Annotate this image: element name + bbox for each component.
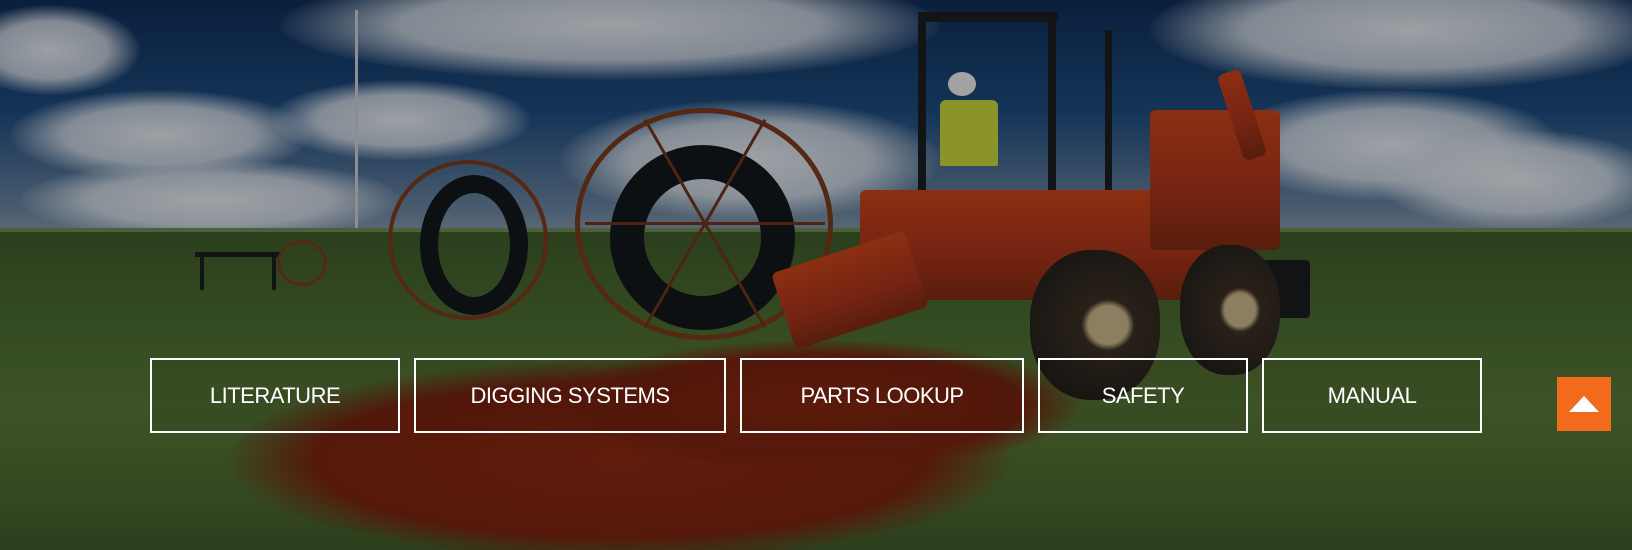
scroll-to-top-button[interactable] — [1557, 377, 1611, 431]
literature-button[interactable]: LITERATURE — [150, 358, 400, 433]
arrow-up-icon — [1569, 396, 1599, 412]
manual-button[interactable]: MANUAL — [1262, 358, 1482, 433]
parts-lookup-button[interactable]: PARTS LOOKUP — [740, 358, 1024, 433]
hero-banner: LITERATURE DIGGING SYSTEMS PARTS LOOKUP … — [0, 0, 1632, 550]
digging-systems-button[interactable]: DIGGING SYSTEMS — [414, 358, 726, 433]
safety-button[interactable]: SAFETY — [1038, 358, 1248, 433]
dark-overlay — [0, 0, 1632, 550]
